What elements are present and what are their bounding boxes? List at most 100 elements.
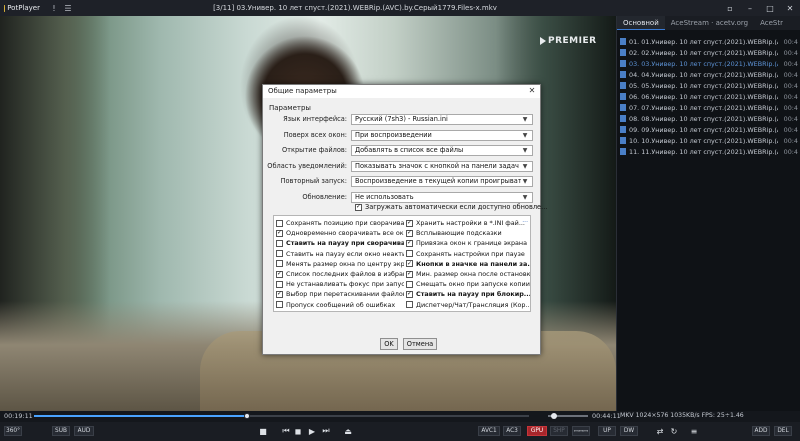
option-checkbox[interactable]: Пропуск сообщений об ошибках [276,300,404,310]
option-checkbox[interactable]: Одновременно сворачивать все окна [276,228,404,238]
maximize-icon[interactable]: □ [760,0,780,16]
tray-label: Область уведомлений: [267,162,347,170]
option-checkbox[interactable]: Привязка окон к границе экрана [406,238,530,248]
playlist-item[interactable]: 06. 06.Универ. 10 лет спуст.(2021).WEBRi… [617,91,800,102]
progress-knob[interactable] [243,413,250,419]
tab-acestream-2[interactable]: AceStr [754,16,789,30]
language-select[interactable]: Русский (7sh3) - Russian.ini ▼ [351,113,533,125]
options-list: Сохранять позицию при сворачиванииОдновр… [273,215,531,312]
360-button[interactable]: 360° [4,426,22,436]
playlist-item[interactable]: 08. 08.Универ. 10 лет спуст.(2021).WEBRi… [617,113,800,124]
checkbox-icon [406,219,413,227]
tab-main[interactable]: Основной [617,16,665,30]
playlist-item[interactable]: 02. 02.Универ. 10 лет спуст.(2021).WEBRi… [617,47,800,58]
close-icon[interactable]: ✕ [780,0,800,16]
app-menu-button[interactable]: PotPlayer [0,4,40,12]
tab-acestream[interactable]: AceStream · acetv.org [665,16,754,30]
playlist-item-duration: 00:4 [783,125,798,134]
option-checkbox[interactable]: Не устанавливать фокус при запуске [276,279,404,289]
repeat-icon[interactable]: ↻ [668,426,680,436]
playlist-item[interactable]: 03. 03.Универ. 10 лет спуст.(2021).WEBRi… [617,58,800,69]
filter-button[interactable]: ꟷꟷꟷ [572,426,590,436]
play-icon[interactable]: ▶ [306,426,318,436]
playlist-item[interactable]: 05. 05.Универ. 10 лет спуст.(2021).WEBRi… [617,80,800,91]
checkbox-icon [406,280,413,288]
playlist-item-duration: 00:4 [783,37,798,46]
option-label: Одновременно сворачивать все окна [286,229,404,238]
shuffle-icon[interactable]: ⇄ [654,426,666,436]
audio-button[interactable]: AUD [74,426,94,436]
option-checkbox[interactable]: Сохранять позицию при сворачивании [276,218,404,228]
minimize-icon[interactable]: – [740,0,760,16]
option-checkbox[interactable]: Диспетчер/Чат/Трансляция (Кор... [406,300,531,310]
delete-button[interactable]: DEL [774,426,792,436]
playlist-item[interactable]: 04. 04.Универ. 10 лет спуст.(2021).WEBRi… [617,69,800,80]
playlist-item[interactable]: 10. 10.Универ. 10 лет спуст.(2021).WEBRi… [617,135,800,146]
codec-video-button[interactable]: AVC1 [478,426,500,436]
always-on-top-icon[interactable]: ▫ [720,0,740,16]
stop2-icon[interactable]: ◼ [292,426,304,436]
option-label: Всплывающие подсказки [416,229,502,238]
group-label: Параметры [269,104,311,112]
option-checkbox[interactable]: Ставить на паузу при блокир... [406,289,530,299]
chevron-down-icon: ▼ [522,193,528,201]
close-icon[interactable]: ✕ [526,86,538,96]
playlist-item[interactable]: 11. 11.Универ. 10 лет спуст.(2021).WEBRi… [617,146,800,157]
checkbox-icon [406,260,413,268]
ok-button[interactable]: OK [380,338,398,350]
option-checkbox[interactable]: Список последних файлов в избранн... [276,269,404,279]
playlist-tabs: Основной AceStream · acetv.org AceStr [617,16,800,30]
language-label: Язык интерфейса: [283,115,347,123]
progress-track[interactable] [34,413,529,419]
eject-icon[interactable]: ⏏ [342,426,354,436]
gpu-button[interactable]: GPU [527,426,547,436]
option-checkbox[interactable]: Выбор при перетаскивании файлов [276,289,404,299]
playlist-item[interactable]: 09. 09.Универ. 10 лет спуст.(2021).WEBRi… [617,124,800,135]
cancel-button[interactable]: Отмена [403,338,437,350]
add-button[interactable]: ADD [752,426,770,436]
always-on-top-row: Поверх всех окон: При воспроизведении ▼ [263,129,542,141]
playlist-item-name: 07. 07.Универ. 10 лет спуст.(2021).WEBRi… [629,103,778,112]
chevron-down-icon: ▼ [522,131,528,139]
volume-knob[interactable] [551,413,557,419]
option-checkbox[interactable]: Всплывающие подсказки [406,228,530,238]
playlist-item[interactable]: 07. 07.Универ. 10 лет спуст.(2021).WEBRi… [617,102,800,113]
checkbox-icon [276,219,283,227]
up-button[interactable]: UP [598,426,616,436]
option-label: Диспетчер/Чат/Трансляция (Кор... [416,300,531,309]
update-select[interactable]: Не использовать ▼ [351,191,533,203]
down-button[interactable]: DW [620,426,638,436]
sort-icon[interactable]: ≡ [688,426,700,436]
pin-icon[interactable]: ! [47,4,61,13]
option-checkbox[interactable]: Сохранять настройки при паузе [406,249,530,259]
playlist-item-duration: 00:4 [783,147,798,156]
codec-audio-button[interactable]: AC3 [503,426,521,436]
option-label: Выбор при перетаскивании файлов [286,290,404,299]
option-checkbox[interactable]: Ставить на паузу при сворачивании [276,238,404,248]
option-checkbox[interactable]: Смещать окно при запуске копии [406,279,530,289]
option-label: Хранить настройки в *.INI фай... [416,219,525,228]
relaunch-select[interactable]: Воспроизведение в текущей копии проигрыв… [351,175,533,187]
playlist-item-duration: 00:4 [783,48,798,57]
option-checkbox[interactable]: Хранить настройки в *.INI фай... [406,218,530,228]
next-icon[interactable]: ⏭ [320,426,332,436]
checkbox-icon [406,250,413,258]
auto-update-checkbox[interactable]: Загружать автоматически если доступно об… [355,203,547,211]
open-files-select[interactable]: Добавлять в список все файлы ▼ [351,144,533,156]
menu-icon[interactable]: ☰ [61,4,75,13]
option-checkbox[interactable]: Мин. размер окна после остановки [406,269,530,279]
subtitle-button[interactable]: SUB [52,426,70,436]
previous-icon[interactable]: ⏮ [280,426,292,436]
stop-icon[interactable]: ■ [257,426,269,436]
volume-slider[interactable] [548,413,588,419]
control-bar: 360° SUB AUD ■ ⏮ ◼ ▶ ⏭ ⏏ AVC1 AC3 GPU SH… [0,422,800,441]
playlist-item-name: 05. 05.Универ. 10 лет спуст.(2021).WEBRi… [629,81,778,90]
tray-select[interactable]: Показывать значок с кнопкой на панели за… [351,160,533,172]
option-checkbox[interactable]: Кнопки в значке на панели за... [406,259,530,269]
playlist-item-name: 06. 06.Универ. 10 лет спуст.(2021).WEBRi… [629,92,778,101]
option-checkbox[interactable]: Ставить на паузу если окно неактивно [276,249,404,259]
sharpen-button[interactable]: SHP [550,426,568,436]
playlist-item[interactable]: 01. 01.Универ. 10 лет спуст.(2021).WEBRi… [617,36,800,47]
option-checkbox[interactable]: Менять размер окна по центру экрана [276,259,404,269]
always-on-top-select[interactable]: При воспроизведении ▼ [351,129,533,141]
